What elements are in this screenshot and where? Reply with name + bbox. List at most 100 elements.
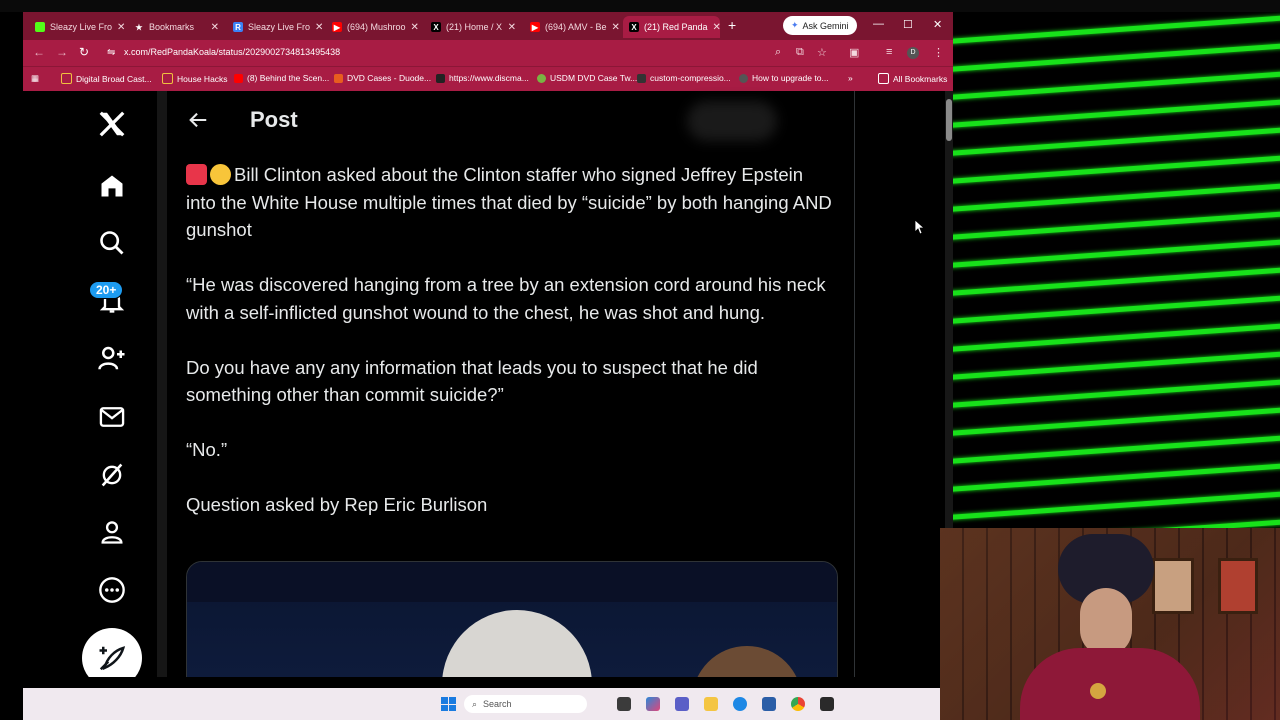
close-tab-icon[interactable]: ✕ <box>411 22 419 33</box>
x-logo-icon[interactable] <box>95 107 129 141</box>
neon-line <box>953 237 1280 269</box>
more-bookmarks-icon[interactable]: » <box>848 73 853 83</box>
tab[interactable]: ★ Bookmarks ✕ <box>128 16 225 38</box>
more-menu-icon[interactable]: ⋮ <box>933 46 944 59</box>
edge-icon[interactable] <box>733 697 747 711</box>
neon-line <box>953 293 1280 325</box>
tab[interactable]: ▶ (694) AMV - Be ✕ <box>524 16 621 38</box>
neon-line <box>953 69 1280 101</box>
bookmark-item[interactable]: USDM DVD Case Tw... <box>537 73 637 83</box>
quote-paragraph-1: “He was discovered hanging from a tree b… <box>186 274 826 323</box>
credit-paragraph: Question asked by Rep Eric Burlison <box>186 494 488 515</box>
browser-window: Sleazy Live Fro ✕ ★ Bookmarks ✕ R Sleazy… <box>23 12 953 677</box>
tab[interactable]: X (21) Home / X ✕ <box>425 16 522 38</box>
folder-icon <box>162 73 173 84</box>
youtube-icon <box>234 73 243 83</box>
grok-icon[interactable] <box>95 458 129 492</box>
compose-post-button[interactable] <box>82 628 142 677</box>
bookmark-item[interactable]: https://www.discma... <box>436 73 529 83</box>
x-logo-icon: X <box>431 22 441 32</box>
close-tab-icon[interactable]: ✕ <box>612 22 620 33</box>
tab-title: (694) Mushroo <box>347 22 406 32</box>
bookmark-item[interactable]: Digital Broad Cast... <box>61 73 152 84</box>
install-app-icon[interactable]: ⧉ <box>796 46 804 59</box>
more-options-icon[interactable] <box>95 573 129 607</box>
bookmark-item[interactable]: custom-compressio... <box>637 73 731 83</box>
follow-user-icon[interactable] <box>95 341 129 375</box>
tab-title: (21) Red Panda <box>644 22 708 32</box>
screen-top-strip <box>0 0 1280 12</box>
wall-poster <box>1218 558 1258 614</box>
extension-icon[interactable]: ▣ <box>849 46 859 59</box>
teams-icon[interactable] <box>675 697 689 711</box>
back-arrow-icon[interactable]: ← <box>33 45 45 59</box>
post-video[interactable] <box>186 561 838 677</box>
neon-line <box>953 41 1280 73</box>
x-page: 20+ Post Bill Clinton asked about the Cl… <box>23 91 953 677</box>
close-tab-icon[interactable]: ✕ <box>211 22 219 33</box>
mouse-cursor-icon <box>914 219 926 239</box>
close-tab-icon[interactable]: ✕ <box>315 22 323 33</box>
bookmark-star-icon[interactable]: ☆ <box>817 46 827 59</box>
notification-badge: 20+ <box>89 281 124 299</box>
quote-paragraph-2: Do you have any any information that lea… <box>186 356 758 406</box>
bookmark-item[interactable]: House Hacks <box>162 73 228 84</box>
tab[interactable]: Sleazy Live Fro ✕ <box>29 16 126 38</box>
media-controls-icon[interactable]: ≡ <box>886 46 892 58</box>
profile-avatar[interactable]: D <box>907 47 919 59</box>
messages-envelope-icon[interactable] <box>95 400 129 434</box>
ask-gemini-label: Ask Gemini <box>802 20 849 31</box>
tab-active[interactable]: X (21) Red Panda ✕ <box>623 16 720 38</box>
all-bookmarks[interactable]: All Bookmarks <box>878 73 947 84</box>
home-icon[interactable] <box>95 169 129 203</box>
profile-icon[interactable] <box>95 515 129 549</box>
bookmark-label: USDM DVD Case Tw... <box>550 73 638 83</box>
close-tab-icon[interactable]: ✕ <box>508 22 516 33</box>
file-explorer-icon[interactable] <box>704 697 718 711</box>
neon-line <box>953 181 1280 213</box>
site-icon <box>436 73 445 83</box>
minimize-icon[interactable]: — <box>873 18 884 30</box>
tab-title: (21) Home / X <box>446 22 503 32</box>
video-backdrop <box>187 562 837 602</box>
copilot-icon[interactable] <box>646 697 660 711</box>
neon-line <box>953 405 1280 437</box>
bookmark-item[interactable]: DVD Cases - Duode... <box>334 73 431 83</box>
close-tab-icon[interactable]: ✕ <box>117 22 125 33</box>
site-info-icon[interactable]: ⇋ <box>107 47 115 58</box>
ask-gemini-button[interactable]: ✦ Ask Gemini <box>783 16 857 35</box>
siren-emoji-icon <box>186 164 207 185</box>
task-view-icon[interactable] <box>617 697 631 711</box>
bookmark-item[interactable]: How to upgrade to... <box>739 73 829 83</box>
back-arrow-icon[interactable] <box>187 109 209 136</box>
url-field[interactable]: x.com/RedPandaKoala/status/2029002734813… <box>124 47 340 57</box>
app-icon[interactable] <box>820 697 834 711</box>
forward-arrow-icon[interactable]: → <box>56 45 68 59</box>
tab[interactable]: ▶ (694) Mushroo ✕ <box>326 16 423 38</box>
close-window-icon[interactable]: ✕ <box>933 18 942 31</box>
store-icon[interactable] <box>762 697 776 711</box>
post-header: Post <box>167 91 854 151</box>
scrollbar-thumb[interactable] <box>946 99 952 141</box>
new-tab-icon[interactable]: + <box>728 17 736 33</box>
neon-line <box>953 433 1280 465</box>
reload-icon[interactable]: ↻ <box>79 45 89 59</box>
tab[interactable]: R Sleazy Live Fro ✕ <box>227 16 324 38</box>
taskbar-search[interactable]: ⌕ Search <box>464 695 587 713</box>
close-tab-icon[interactable]: ✕ <box>713 22 720 33</box>
x-logo-icon: X <box>629 22 639 32</box>
zoom-icon[interactable]: ⌕ <box>775 46 781 59</box>
neon-line <box>953 377 1280 409</box>
maximize-icon[interactable]: ☐ <box>903 18 913 31</box>
tab-title: (694) AMV - Be <box>545 22 607 32</box>
apps-grid-icon[interactable]: ▦ <box>31 73 39 84</box>
chrome-icon[interactable] <box>791 697 805 711</box>
neon-line <box>953 97 1280 129</box>
bookmark-item[interactable]: (8) Behind the Scen... <box>234 73 329 83</box>
search-icon[interactable] <box>95 226 129 260</box>
windows-start-icon[interactable] <box>441 697 456 711</box>
x-left-nav: 20+ <box>23 91 159 677</box>
neon-line <box>953 489 1280 521</box>
bookmark-label: Digital Broad Cast... <box>76 73 152 84</box>
tab-strip: Sleazy Live Fro ✕ ★ Bookmarks ✕ R Sleazy… <box>23 12 953 40</box>
